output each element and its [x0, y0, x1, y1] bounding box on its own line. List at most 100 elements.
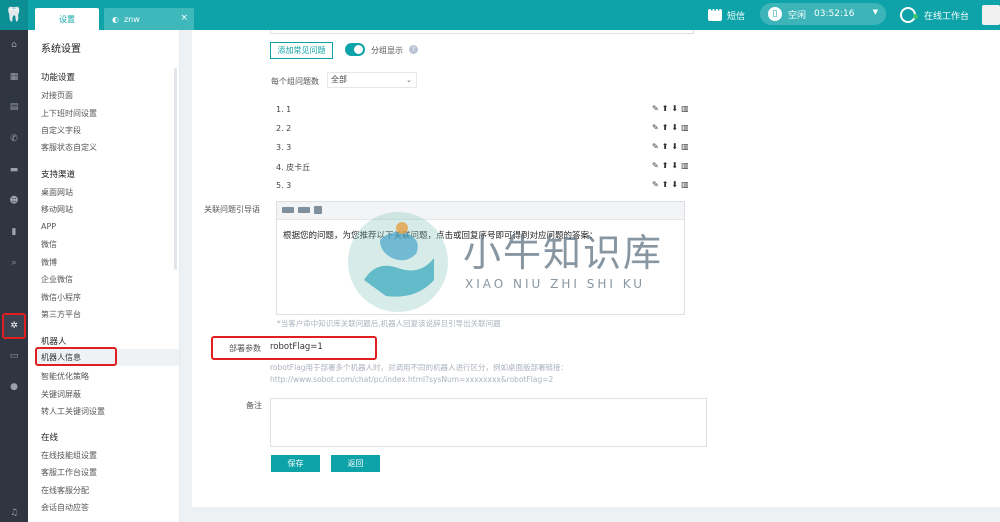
arrow-up-icon[interactable]: ⬆: [662, 123, 672, 132]
menu-scrollbar[interactable]: [174, 68, 177, 270]
trash-icon[interactable]: ▥: [681, 123, 692, 132]
question-actions[interactable]: ✎⬆⬇▥: [652, 142, 692, 151]
menu-item[interactable]: 客服工作台设置: [41, 467, 97, 478]
menu-item[interactable]: 第三方平台: [41, 309, 81, 320]
add-faq-button[interactable]: 添加常见问题: [270, 42, 333, 59]
group-display-toggle[interactable]: [345, 43, 365, 56]
menu-item[interactable]: 企业微信: [41, 274, 73, 285]
save-button[interactable]: 保存: [271, 455, 320, 472]
deploy-hint-line1: robotFlag用于部署多个机器人时，对调用不同的机器人进行区分，例如桌面版部…: [270, 363, 569, 372]
arrow-down-icon[interactable]: ⬇: [671, 142, 681, 151]
arrow-up-icon[interactable]: ⬆: [662, 104, 672, 113]
menu-item[interactable]: 客服状态自定义: [41, 142, 97, 153]
per-group-label: 每个组问题数: [271, 77, 319, 86]
per-group-select[interactable]: 全部 ⌄: [327, 72, 417, 88]
question-actions[interactable]: ✎⬆⬇▥: [652, 104, 692, 113]
edit-icon[interactable]: ✎: [652, 123, 662, 132]
arrow-down-icon[interactable]: ⬇: [671, 123, 681, 132]
menu-item[interactable]: 智能优化策略: [41, 371, 89, 382]
related-guide-label: 关联问题引导语: [204, 205, 260, 214]
menu-title: 系统设置: [41, 44, 81, 55]
eraser-icon[interactable]: [314, 206, 322, 214]
stats-icon[interactable]: ▮: [0, 223, 28, 241]
question-row: 4. 皮卡丘: [276, 163, 311, 172]
arrow-down-icon[interactable]: ⬇: [671, 104, 681, 113]
menu-item[interactable]: 桌面网站: [41, 187, 73, 198]
gear-icon[interactable]: ✲: [0, 317, 28, 335]
menu-item[interactable]: 转人工关键词设置: [41, 406, 105, 417]
menu-item[interactable]: 会话自动应答: [41, 502, 89, 513]
menu-item[interactable]: 关键词屏蔽: [41, 389, 81, 400]
edit-icon[interactable]: ✎: [652, 180, 662, 189]
remark-textarea[interactable]: [270, 398, 707, 447]
tab-znw-label: znw: [123, 14, 140, 24]
contacts-icon[interactable]: ☻: [0, 192, 28, 210]
deploy-param-highlight: [211, 336, 377, 360]
chevron-down-icon: ▼: [872, 8, 878, 16]
edit-icon[interactable]: ✎: [652, 104, 662, 113]
trash-icon[interactable]: ▥: [681, 161, 692, 170]
per-group-value: 全部: [331, 75, 347, 84]
menu-item[interactable]: APP: [41, 222, 56, 231]
bell-icon[interactable]: ♫: [0, 504, 28, 522]
menu-item[interactable]: 微博: [41, 257, 57, 268]
edit-icon[interactable]: ✎: [652, 142, 662, 151]
trash-icon[interactable]: ▥: [681, 180, 692, 189]
trash-icon[interactable]: ▥: [681, 142, 692, 151]
menu-item[interactable]: 微信: [41, 239, 57, 250]
monitor-icon[interactable]: ▭: [0, 347, 28, 365]
help-icon[interactable]: ?: [409, 45, 418, 54]
menu-heading: 在线: [41, 433, 59, 443]
app-logo-icon[interactable]: 🦷: [0, 0, 28, 30]
user-circle-icon[interactable]: ●: [0, 378, 28, 396]
tab-settings[interactable]: 设置: [35, 8, 99, 30]
document-icon[interactable]: ▤: [0, 98, 28, 116]
question-row: 2. 2: [276, 124, 292, 133]
keyboard-icon[interactable]: [298, 207, 310, 213]
chat-icon[interactable]: ▬: [0, 161, 28, 179]
arrow-up-icon[interactable]: ⬆: [662, 142, 672, 151]
apps-icon[interactable]: ▦: [0, 68, 28, 86]
home-icon[interactable]: ⌂: [0, 36, 28, 54]
menu-item[interactable]: 上下班时间设置: [41, 108, 97, 119]
menu-item[interactable]: 对接页面: [41, 90, 73, 101]
menu-item[interactable]: 自定义字段: [41, 125, 81, 136]
headset-icon: [900, 7, 918, 23]
tab-znw[interactable]: ◐ znw ×: [104, 8, 194, 30]
arrow-down-icon[interactable]: ⬇: [671, 161, 681, 170]
question-actions[interactable]: ✎⬆⬇▥: [652, 180, 692, 189]
status-dropdown[interactable]: ▯ 空闲 03:52:16 ▼: [760, 3, 886, 25]
question-row: 3. 3: [276, 143, 292, 152]
trash-icon[interactable]: ▥: [681, 104, 692, 113]
question-actions[interactable]: ✎⬆⬇▥: [652, 123, 692, 132]
arrow-up-icon[interactable]: ⬆: [662, 180, 672, 189]
phone-icon: ▯: [768, 7, 782, 21]
menu-item[interactable]: 移动网站: [41, 204, 73, 215]
question-actions[interactable]: ✎⬆⬇▥: [652, 161, 692, 170]
edit-icon[interactable]: ✎: [652, 161, 662, 170]
menu-heading: 支持渠道: [41, 170, 76, 180]
deploy-hint-line2: http://www.sobot.com/chat/pc/index.html?…: [270, 375, 554, 384]
question-row: 1. 1: [276, 105, 292, 114]
phone-icon[interactable]: ✆: [0, 130, 28, 148]
menu-item[interactable]: 在线客服分配: [41, 485, 89, 496]
arrow-down-icon[interactable]: ⬇: [671, 180, 681, 189]
arrow-up-icon[interactable]: ⬆: [662, 161, 672, 170]
back-button[interactable]: 返回: [331, 455, 380, 472]
editor-hint: *当客户命中知识库关联问题后,机器人回复该说辞且引导出关联问题: [277, 319, 501, 328]
question-row: 5. 3: [276, 181, 292, 190]
chevron-down-icon: ⌄: [406, 76, 412, 84]
top-bar: 🦷 设置 ◐ znw × 短信 ▯ 空闲 03:52:16 ▼ 在线工作台: [0, 0, 1000, 30]
menu-item[interactable]: 微信小程序: [41, 292, 81, 303]
html-icon[interactable]: [282, 207, 294, 213]
top-input-field[interactable]: [270, 30, 694, 34]
menu-item[interactable]: 在线技能组设置: [41, 450, 97, 461]
robot-info-highlight: [35, 347, 117, 366]
online-workspace-button[interactable]: 在线工作台: [900, 6, 969, 24]
settings-menu: 系统设置 功能设置 对接页面 上下班时间设置 自定义字段 客服状态自定义 支持渠…: [28, 30, 180, 522]
search-icon[interactable]: ⌕: [0, 254, 28, 272]
editor-toolbar: [277, 202, 684, 220]
avatar[interactable]: [982, 5, 1000, 25]
close-icon[interactable]: ×: [180, 13, 188, 23]
sms-button[interactable]: 短信: [708, 6, 745, 24]
